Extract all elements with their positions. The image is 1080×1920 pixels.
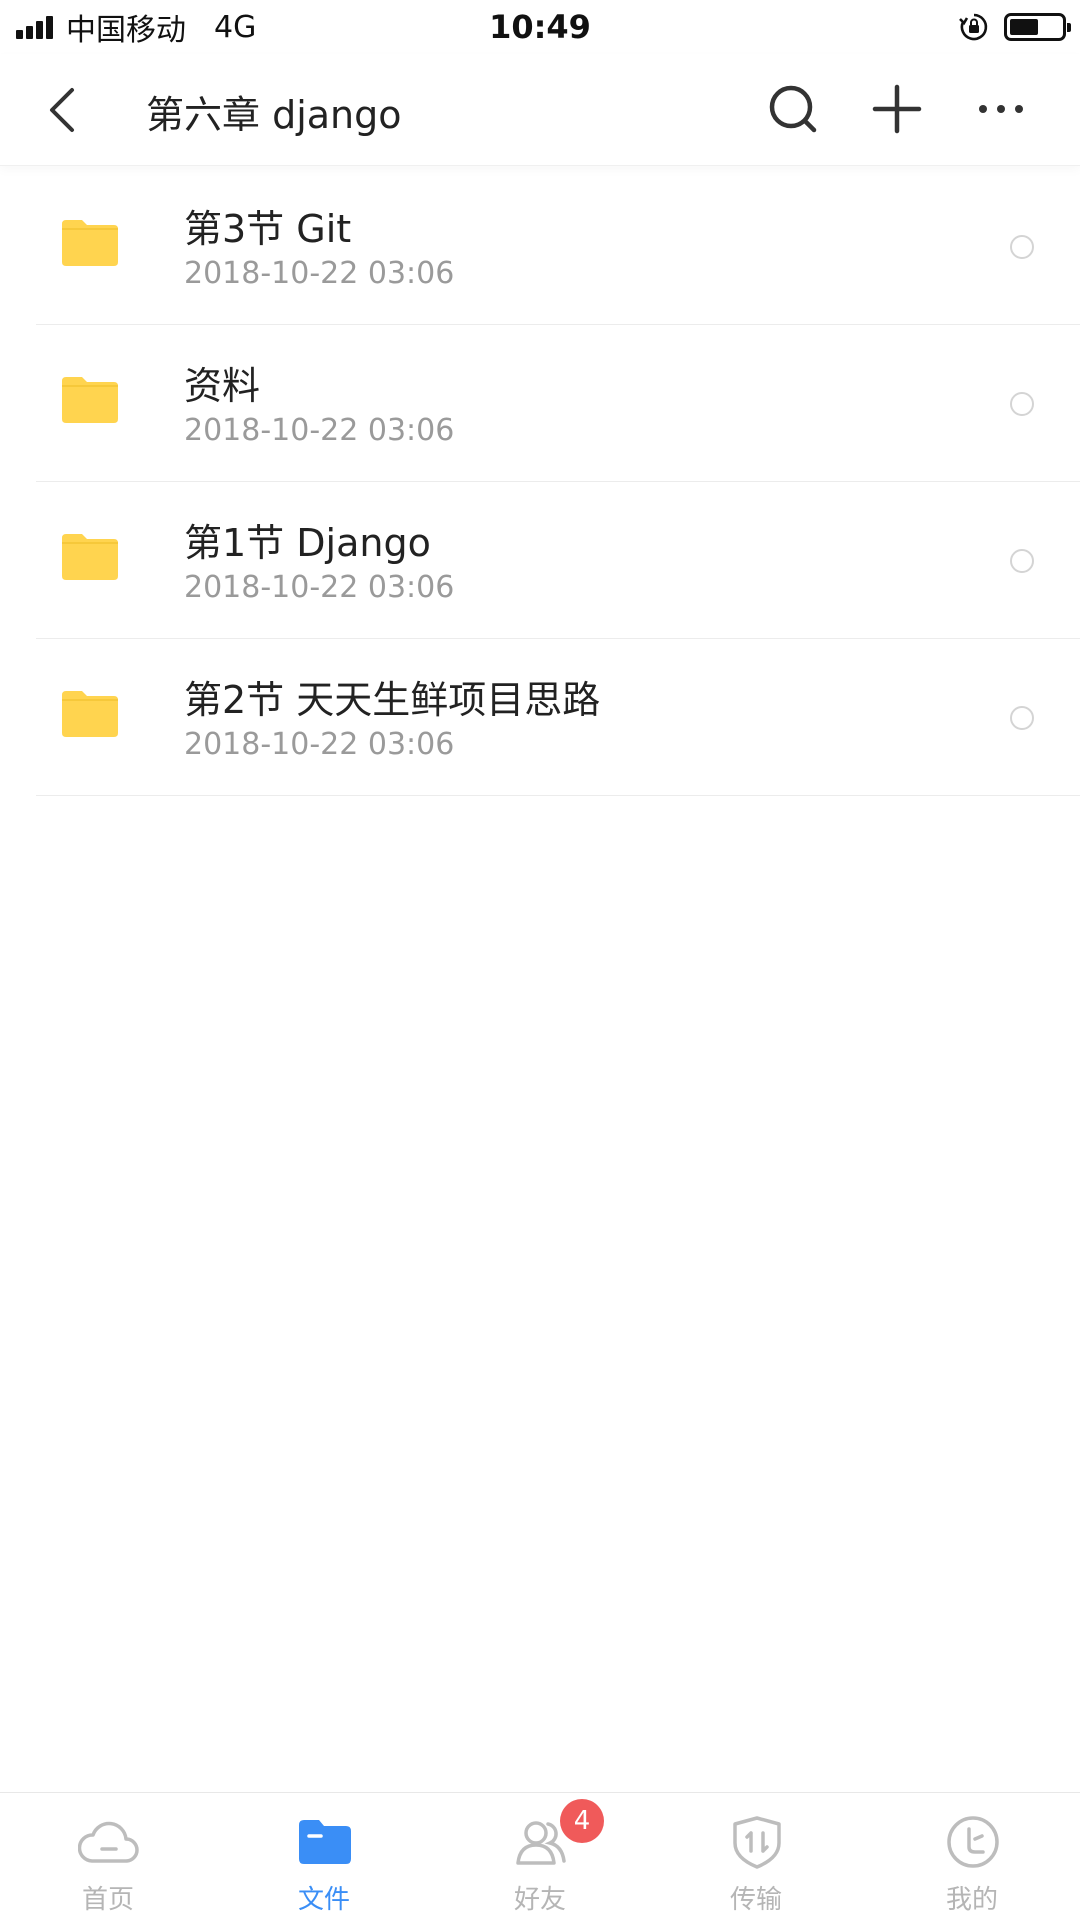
file-row[interactable]: 第3节 Git 2018-10-22 03:06 (0, 168, 1080, 325)
transfer-icon (733, 1816, 781, 1869)
status-right (958, 10, 1071, 44)
more-icon[interactable] (968, 76, 1034, 142)
file-date: 2018-10-22 03:06 (184, 256, 455, 291)
tab-profile[interactable]: 我的 (864, 1793, 1080, 1920)
folder-icon (62, 377, 118, 423)
tab-bar: 首页 文件 4 好友 传输 我的 (0, 1792, 1080, 1920)
tab-files[interactable]: 文件 (216, 1793, 432, 1920)
file-name: 资料 (184, 364, 261, 408)
file-date: 2018-10-22 03:06 (184, 413, 455, 448)
file-name: 第2节 天天生鲜项目思路 (184, 678, 601, 722)
nav-bar: 第六章 django (0, 54, 1080, 166)
file-name: 第1节 Django (184, 521, 431, 565)
tab-label: 文件 (297, 1885, 350, 1915)
file-date: 2018-10-22 03:06 (184, 570, 455, 605)
battery-icon (1004, 13, 1071, 41)
file-list: 第3节 Git 2018-10-22 03:06 资料 2018-10-22 0… (0, 168, 1080, 796)
select-radio[interactable] (1010, 549, 1034, 573)
folder-icon (62, 220, 118, 266)
tab-transfer[interactable]: 传输 (648, 1793, 864, 1920)
screen: 中国移动 4G 10:49 第六章 django 第3节 Git 2018-10… (0, 0, 1080, 1920)
folder-icon (299, 1820, 351, 1864)
profile-icon (947, 1816, 999, 1868)
plus-icon[interactable] (864, 76, 930, 142)
file-date: 2018-10-22 03:06 (184, 727, 455, 762)
tab-home[interactable]: 首页 (0, 1793, 216, 1920)
select-radio[interactable] (1010, 392, 1034, 416)
status-time: 10:49 (489, 8, 591, 46)
file-row[interactable]: 资料 2018-10-22 03:06 (0, 325, 1080, 482)
battery-fill (1010, 19, 1038, 35)
tab-label: 传输 (729, 1885, 782, 1915)
cloud-icon (78, 1821, 139, 1863)
notification-badge: 4 (560, 1799, 604, 1843)
tab-label: 首页 (81, 1885, 134, 1915)
tab-label: 我的 (945, 1885, 998, 1915)
folder-icon (62, 691, 118, 737)
folder-icon (62, 534, 118, 580)
tab-label: 好友 (513, 1885, 566, 1915)
back-icon[interactable] (40, 82, 88, 138)
file-name: 第3节 Git (184, 207, 352, 251)
rotation-lock-icon (959, 13, 988, 41)
file-row[interactable]: 第1节 Django 2018-10-22 03:06 (0, 482, 1080, 639)
status-bar: 中国移动 4G 10:49 (0, 0, 1080, 54)
select-radio[interactable] (1010, 706, 1034, 730)
page-title: 第六章 django (146, 93, 402, 137)
search-icon[interactable] (760, 76, 826, 142)
tab-friends[interactable]: 4 好友 (432, 1793, 648, 1920)
select-radio[interactable] (1010, 235, 1034, 259)
file-row[interactable]: 第2节 天天生鲜项目思路 2018-10-22 03:06 (0, 639, 1080, 796)
